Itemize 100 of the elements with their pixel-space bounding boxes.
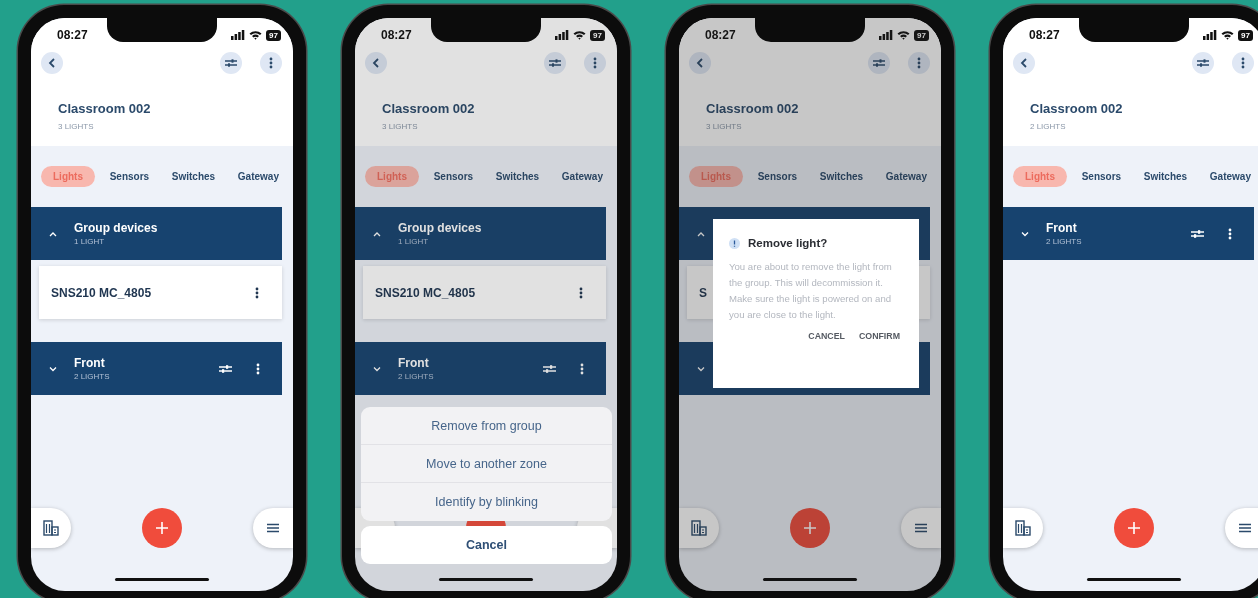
status-time: 08:27	[57, 28, 88, 42]
wifi-icon	[1221, 30, 1235, 40]
add-button[interactable]	[142, 508, 182, 548]
group-header[interactable]: Front 2 LIGHTS	[355, 342, 606, 395]
plus-icon	[1127, 521, 1141, 535]
action-option[interactable]: Identify by blinking	[361, 483, 612, 521]
sliders-icon[interactable]	[219, 363, 232, 374]
tab[interactable]: Sensors	[1073, 165, 1130, 187]
device-name: SNS210 MC_4805	[375, 285, 476, 300]
group-header[interactable]: Front 2 LIGHTS	[1003, 207, 1254, 260]
more-icon[interactable]	[1228, 227, 1232, 240]
device-card[interactable]: SNS210 MC_4805	[39, 266, 282, 319]
group-light-count: 1 LIGHT	[398, 235, 430, 247]
back-button[interactable]	[41, 52, 63, 74]
action-option[interactable]: Remove from group	[361, 407, 612, 445]
menu-button[interactable]	[901, 508, 941, 548]
more-icon[interactable]	[255, 286, 259, 299]
group-light-count: 2 LIGHTS	[398, 370, 435, 382]
battery-level: 97	[266, 29, 281, 41]
more-icon[interactable]	[579, 286, 583, 299]
sliders-icon	[225, 58, 237, 68]
menu-icon	[267, 523, 279, 533]
dialog-message: You are about to remove the light from the group. This will decommission it. Make sure the light is powered on and you are close to the light.	[729, 260, 893, 322]
group-name: Group devices	[74, 220, 159, 236]
more-button[interactable]	[908, 52, 930, 74]
group-header[interactable]: Group devices 1 LIGHT	[355, 207, 606, 260]
filter-button[interactable]	[1192, 52, 1214, 74]
filter-button[interactable]	[220, 52, 242, 74]
signal-icon	[555, 30, 570, 40]
group-light-count: 2 LIGHTS	[1046, 235, 1083, 247]
status-time: 08:27	[1029, 28, 1060, 42]
signal-icon	[231, 30, 246, 40]
dialog-button[interactable]: CONFIRM	[855, 329, 903, 343]
signal-icon	[879, 30, 894, 40]
device-card[interactable]: SNS210 MC_4805	[363, 266, 606, 319]
battery-level: 97	[914, 29, 929, 41]
more-icon	[269, 57, 273, 69]
building-button[interactable]	[1003, 508, 1043, 548]
tab[interactable]: Gateway	[229, 165, 287, 187]
room-title: Classroom 002	[706, 100, 800, 118]
more-button[interactable]	[1232, 52, 1254, 74]
sliders-icon	[549, 58, 561, 68]
sliders-icon	[1197, 58, 1209, 68]
menu-button[interactable]	[1225, 508, 1258, 548]
battery-level: 97	[1238, 29, 1253, 41]
sliders-icon[interactable]	[543, 363, 556, 374]
tab[interactable]: Switches	[163, 165, 224, 187]
status-time: 08:27	[705, 28, 736, 42]
room-title: Classroom 002	[58, 100, 152, 118]
tab[interactable]: Gateway	[1201, 165, 1258, 187]
tab[interactable]: Sensors	[749, 165, 806, 187]
building-button[interactable]	[31, 508, 71, 548]
more-icon	[917, 57, 921, 69]
sliders-icon[interactable]	[1191, 228, 1204, 239]
building-icon	[691, 520, 707, 536]
group-light-count: 2 LIGHTS	[74, 370, 111, 382]
group-header[interactable]: Group devices 1 LIGHT	[31, 207, 282, 260]
plus-icon	[803, 521, 817, 535]
info-icon	[729, 237, 740, 249]
more-icon[interactable]	[256, 362, 260, 375]
room-light-count: 3 LIGHTS	[382, 121, 419, 133]
tab[interactable]: Switches	[487, 165, 548, 187]
building-icon	[1015, 520, 1031, 536]
room-light-count: 2 LIGHTS	[1030, 121, 1067, 133]
tab[interactable]: Sensors	[425, 165, 482, 187]
room-light-count: 3 LIGHTS	[706, 121, 743, 133]
more-icon[interactable]	[580, 362, 584, 375]
add-button[interactable]	[790, 508, 830, 548]
room-title: Classroom 002	[1030, 100, 1124, 118]
chevron-left-icon	[696, 58, 704, 68]
menu-icon	[1239, 523, 1251, 533]
back-button[interactable]	[1013, 52, 1035, 74]
action-option[interactable]: Move to another zone	[361, 445, 612, 483]
building-button[interactable]	[679, 508, 719, 548]
back-button[interactable]	[365, 52, 387, 74]
plus-icon	[155, 521, 169, 535]
signal-icon	[1203, 30, 1218, 40]
tab[interactable]: Switches	[811, 165, 872, 187]
tab[interactable]: Sensors	[101, 165, 158, 187]
tab[interactable]: Gateway	[877, 165, 935, 187]
group-name: Group devices	[398, 220, 483, 236]
more-button[interactable]	[260, 52, 282, 74]
building-icon	[43, 520, 59, 536]
back-button[interactable]	[689, 52, 711, 74]
add-button[interactable]	[1114, 508, 1154, 548]
tab[interactable]: Switches	[1135, 165, 1196, 187]
menu-button[interactable]	[253, 508, 293, 548]
group-light-count: 1 LIGHT	[74, 235, 106, 247]
cancel-button[interactable]: Cancel	[361, 526, 612, 564]
menu-icon	[915, 523, 927, 533]
tab[interactable]: Gateway	[553, 165, 611, 187]
group-header[interactable]: Front 2 LIGHTS	[31, 342, 282, 395]
device-name: SNS210 MC_4805	[51, 285, 152, 300]
dialog-button[interactable]: CANCEL	[805, 329, 848, 343]
filter-button[interactable]	[544, 52, 566, 74]
device-name: S	[699, 285, 707, 300]
more-button[interactable]	[584, 52, 606, 74]
more-icon	[1241, 57, 1245, 69]
chevron-left-icon	[48, 58, 56, 68]
filter-button[interactable]	[868, 52, 890, 74]
